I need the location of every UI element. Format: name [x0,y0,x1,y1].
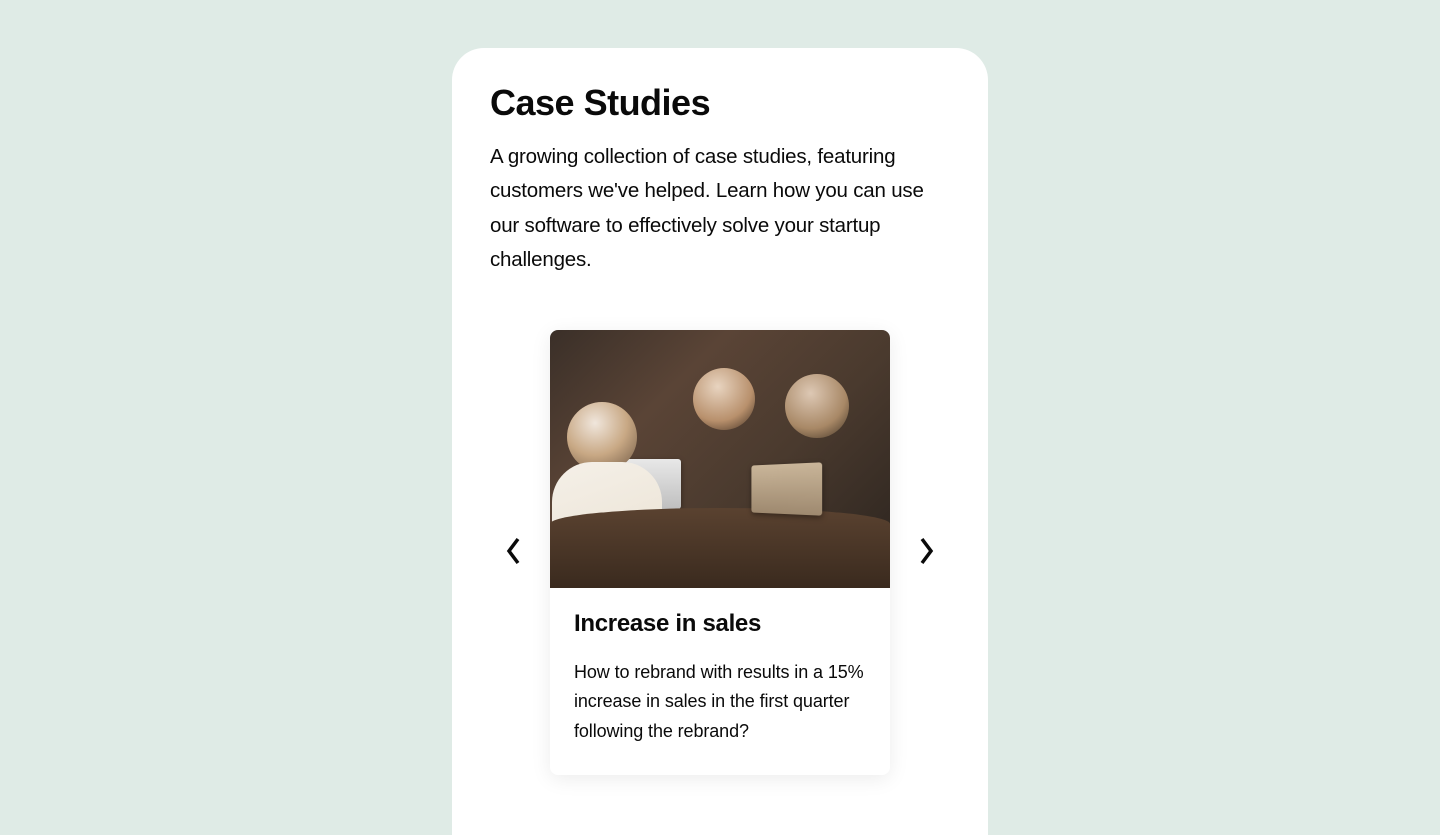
section-title: Case Studies [490,82,950,124]
case-study-carousel: Increase in sales How to rebrand with re… [490,330,950,775]
photo-person [693,368,755,430]
slide-image [550,330,890,588]
slide-title: Increase in sales [574,610,866,638]
section-description: A growing collection of case studies, fe… [490,140,950,278]
case-studies-card: Case Studies A growing collection of cas… [452,48,988,835]
photo-table [550,508,890,588]
photo-person [567,402,637,472]
chevron-left-icon [504,536,524,569]
case-study-slide[interactable]: Increase in sales How to rebrand with re… [550,330,890,775]
slide-content: Increase in sales How to rebrand with re… [550,588,890,775]
photo-person [785,374,849,438]
chevron-right-icon [916,536,936,569]
slide-text: How to rebrand with results in a 15% inc… [574,658,866,747]
carousel-next-button[interactable] [908,528,944,577]
carousel-prev-button[interactable] [496,528,532,577]
